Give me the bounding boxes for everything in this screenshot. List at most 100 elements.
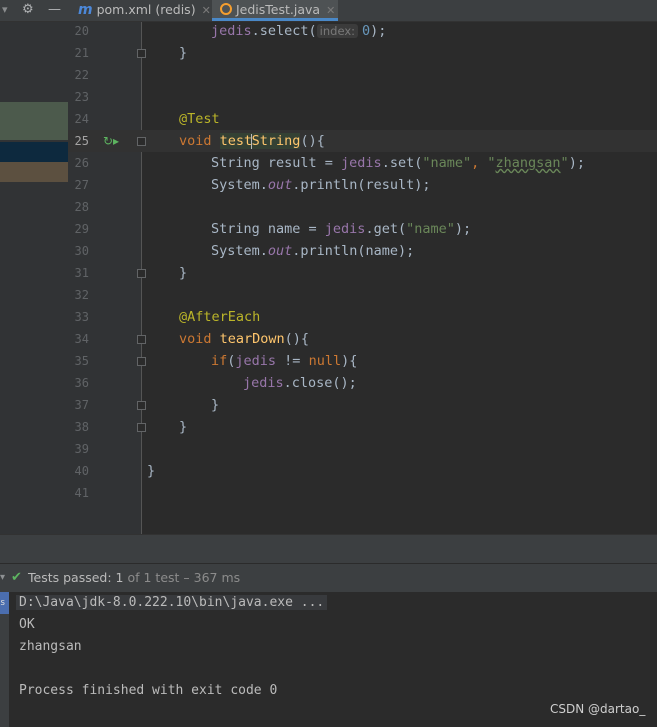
string-literal: " — [560, 155, 569, 171]
code-token: != — [276, 353, 309, 369]
line-number: 35 — [74, 354, 89, 368]
line-number: 40 — [74, 464, 89, 478]
code-line-33-annotation: @AfterEach — [179, 309, 261, 325]
test-status-bar: ▾ ✔ Tests passed: 1 of 1 test – 367 ms — [0, 563, 657, 592]
line-number: 28 — [74, 200, 89, 214]
code-token: .close(); — [283, 375, 357, 391]
method-name: String — [251, 133, 301, 149]
line-number: 32 — [74, 288, 89, 302]
code-token: jedis — [324, 221, 366, 237]
project-tree-panel — [0, 22, 68, 534]
test-status-text: Tests passed: 1 of 1 test – 367 ms — [28, 564, 240, 592]
console-gutter-selected[interactable]: s — [0, 592, 9, 614]
code-line-38: } — [179, 419, 188, 435]
line-number: 21 — [74, 46, 89, 60]
line-number: 36 — [74, 376, 89, 390]
console-line: Process finished with exit code 0 — [19, 683, 278, 698]
code-token: 0 — [362, 23, 371, 39]
code-token: System. — [211, 243, 268, 259]
code-token: , — [471, 155, 488, 171]
method-name: tearDown — [219, 331, 285, 347]
tree-row-highlight[interactable] — [0, 102, 68, 140]
line-number: 29 — [74, 222, 89, 236]
code-line-30: System.out.println(name); — [211, 240, 414, 262]
console-line: zhangsan — [19, 639, 82, 654]
chevron-down-icon[interactable]: ▾ — [0, 564, 5, 592]
code-line-37: } — [211, 397, 220, 413]
string-literal: " — [487, 155, 496, 171]
run-test-icon[interactable]: ↻▸ — [103, 134, 119, 148]
code-line-31: } — [179, 265, 188, 281]
code-line-29: String name = jedis.get("name"); — [211, 218, 471, 240]
line-number: 26 — [74, 156, 89, 170]
close-icon[interactable]: ✕ — [202, 4, 211, 17]
code-token: if — [211, 353, 228, 369]
code-token: void — [179, 133, 220, 149]
line-number: 30 — [74, 244, 89, 258]
tab-jedistest-java[interactable]: JedisTest.java ✕ — [212, 0, 338, 21]
test-status-label: Tests passed: — [28, 570, 112, 585]
fold-marker-icon[interactable] — [137, 137, 146, 146]
line-number: 37 — [74, 398, 89, 412]
fold-marker-icon[interactable] — [137, 49, 146, 58]
code-token: out — [267, 243, 293, 259]
code-token: null — [308, 353, 342, 369]
test-summary: of 1 test – 367 ms — [127, 570, 241, 585]
code-line-35: if(jedis != null){ — [211, 350, 357, 372]
code-token: System. — [211, 177, 268, 193]
code-token: jedis — [341, 155, 382, 171]
run-tool-window-header — [0, 534, 657, 563]
line-number: 31 — [74, 266, 89, 280]
line-number: 24 — [74, 112, 89, 126]
console-command-line[interactable]: D:\Java\jdk-8.0.222.10\bin\java.exe ... — [16, 592, 328, 614]
watermark: CSDN @dartao_ — [550, 702, 646, 716]
code-token: .set( — [381, 155, 423, 171]
code-line-26: String result = jedis.set("name", "zhang… — [211, 152, 585, 174]
console-line: OK — [19, 617, 35, 632]
fold-marker-icon[interactable] — [137, 423, 146, 432]
tool-window-icon[interactable]: ▾ — [2, 0, 8, 20]
line-number-current: 25 — [74, 134, 89, 148]
code-token: ){ — [341, 353, 358, 369]
minimize-icon[interactable]: — — [48, 0, 61, 20]
tab-pom-xml[interactable]: m pom.xml (redis) ✕ — [78, 0, 211, 21]
code-token: void — [179, 331, 220, 347]
code-token: .println(name); — [292, 243, 415, 259]
code-token: (){ — [284, 331, 310, 347]
code-token: (){ — [300, 133, 325, 149]
tab-label: pom.xml (redis) — [96, 2, 196, 17]
line-number: 23 — [74, 90, 89, 104]
line-number: 39 — [74, 442, 89, 456]
console-command[interactable]: D:\Java\jdk-8.0.222.10\bin\java.exe ... — [16, 595, 328, 610]
test-pass-count: 1 — [115, 570, 124, 585]
parameter-hint: index: — [316, 24, 359, 38]
code-line-20: jedis.select(index: 0); — [211, 20, 386, 42]
fold-marker-icon[interactable] — [137, 357, 146, 366]
code-token: String name = — [211, 221, 325, 237]
string-literal-typo: zhangsan — [495, 155, 561, 171]
line-number: 22 — [74, 68, 89, 82]
editor-tab-bar: ▾ ⚙ — m pom.xml (redis) ✕ JedisTest.java ✕ — [0, 0, 657, 22]
java-class-icon — [220, 3, 232, 15]
code-token: .println(result); — [292, 177, 431, 193]
code-line-40: } — [147, 463, 156, 479]
code-line-34: void tearDown(){ — [179, 328, 309, 350]
code-token: .select( — [251, 23, 317, 39]
fold-marker-icon[interactable] — [137, 335, 146, 344]
current-line-highlight — [68, 130, 657, 152]
code-editor[interactable] — [142, 22, 657, 534]
code-token: ); — [454, 221, 472, 237]
code-line-36: jedis.close(); — [243, 372, 357, 394]
tab-label: JedisTest.java — [236, 2, 321, 17]
fold-marker-icon[interactable] — [137, 269, 146, 278]
method-name: test — [219, 133, 253, 149]
maven-icon: m — [78, 2, 93, 18]
tree-row-selected[interactable] — [0, 142, 68, 162]
code-token: out — [267, 177, 293, 193]
fold-marker-icon[interactable] — [137, 401, 146, 410]
line-number: 34 — [74, 332, 89, 346]
tree-row-highlight[interactable] — [0, 162, 68, 182]
code-line-21: } — [179, 45, 188, 61]
gear-icon[interactable]: ⚙ — [22, 0, 34, 20]
close-icon[interactable]: ✕ — [326, 4, 335, 17]
